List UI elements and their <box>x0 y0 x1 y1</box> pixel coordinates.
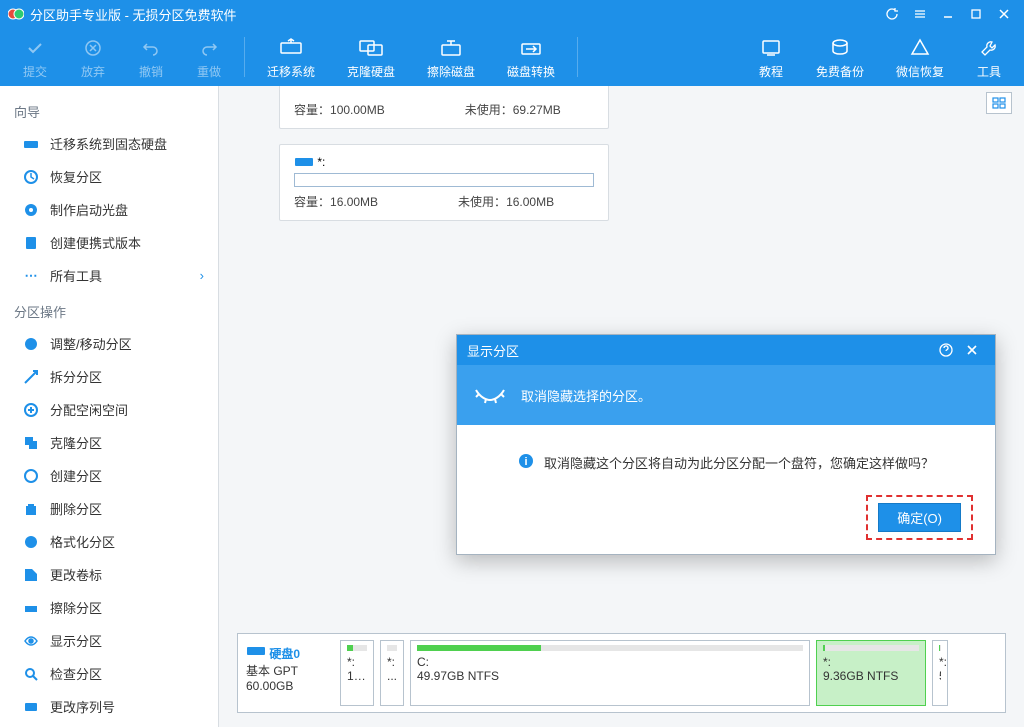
sidebar-item-create[interactable]: 创建分区 <box>0 459 218 492</box>
free-backup-button[interactable]: 免费备份 <box>800 28 880 86</box>
menu-icon[interactable] <box>908 2 932 26</box>
sidebar-item-label: 分配空闲空间 <box>50 400 128 419</box>
info-icon: i <box>518 453 534 472</box>
dialog-title: 显示分区 <box>467 341 519 360</box>
ok-highlight: 确定(O) <box>866 495 973 540</box>
sidebar-item-label: 调整/移动分区 <box>50 334 132 353</box>
sidebar-item-all-tools[interactable]: ⋯所有工具› <box>0 259 218 292</box>
wechat-recover-button[interactable]: 微信恢复 <box>880 28 960 86</box>
sidebar-item-label: 擦除分区 <box>50 598 102 617</box>
dialog-banner-text: 取消隐藏选择的分区。 <box>521 386 651 405</box>
sidebar-item-label[interactable]: 更改卷标 <box>0 558 218 591</box>
content-area: 容量：100.00MB未使用：69.27MB *: 容量：16.00MB未使用：… <box>219 86 1024 727</box>
disk-map: 硬盘0 基本 GPT 60.00GB *:10...*:...C:49.97GB… <box>237 633 1006 713</box>
svg-text:i: i <box>524 456 527 468</box>
eye-icon <box>473 382 507 409</box>
main-toolbar: 提交 放弃 撤销 重做 迁移系统 克隆硬盘 擦除磁盘 磁盘转换 教程 免费备份 … <box>0 28 1024 86</box>
undo-button: 撤销 <box>122 28 180 86</box>
tools-button[interactable]: 工具 <box>960 28 1018 86</box>
refresh-icon[interactable] <box>880 2 904 26</box>
minimize-icon[interactable] <box>936 2 960 26</box>
sidebar-item-label: 更改序列号 <box>50 697 115 716</box>
diskmap-partition[interactable]: C:49.97GB NTFS <box>410 640 810 706</box>
diskmap-partition[interactable]: *:10... <box>340 640 374 706</box>
sidebar-item-label: 迁移系统到固态硬盘 <box>50 134 167 153</box>
sidebar-item-format[interactable]: 格式化分区 <box>0 525 218 558</box>
ok-button[interactable]: 确定(O) <box>878 503 961 532</box>
sidebar-item-check[interactable]: 检查分区 <box>0 657 218 690</box>
sidebar-item-delete[interactable]: 删除分区 <box>0 492 218 525</box>
maximize-icon[interactable] <box>964 2 988 26</box>
show-partition-dialog: 显示分区 取消隐藏选择的分区。 i 取消隐藏这个分区将自动为此分区分配一个盘符，… <box>456 334 996 555</box>
sidebar-item-split[interactable]: 拆分分区 <box>0 360 218 393</box>
disk-size: 60.00GB <box>246 679 293 693</box>
sidebar-item-alloc-free[interactable]: 分配空闲空间 <box>0 393 218 426</box>
diskmap-partition[interactable]: *:9.36GB NTFS <box>816 640 926 706</box>
sidebar-item-resize[interactable]: 调整/移动分区 <box>0 327 218 360</box>
disk-info[interactable]: 硬盘0 基本 GPT 60.00GB <box>244 640 334 706</box>
sidebar-item-clone[interactable]: 克隆分区 <box>0 426 218 459</box>
disk-icon <box>246 647 266 661</box>
app-logo-icon <box>8 6 24 22</box>
dialog-body: i 取消隐藏这个分区将自动为此分区分配一个盘符，您确定这样做吗？ <box>457 425 995 490</box>
ops-heading: 分区操作 <box>0 292 218 327</box>
sidebar-item-label: 更改卷标 <box>50 565 102 584</box>
sidebar-item-portable[interactable]: 创建便携式版本 <box>0 226 218 259</box>
tutorial-button[interactable]: 教程 <box>742 28 800 86</box>
sidebar-item-wipe[interactable]: 擦除分区 <box>0 591 218 624</box>
commit-button: 提交 <box>6 28 64 86</box>
sidebar-item-label: 克隆分区 <box>50 433 102 452</box>
sidebar-item-align[interactable]: 分区对齐 <box>0 723 218 727</box>
title-bar: 分区助手专业版 - 无损分区免费软件 <box>0 0 1024 28</box>
disk-name: 硬盘0 <box>269 647 300 661</box>
sidebar-item-show[interactable]: 显示分区 <box>0 624 218 657</box>
sidebar-item-label: 所有工具 <box>50 266 102 285</box>
disk-type: 基本 GPT <box>246 664 298 678</box>
disk-icon <box>294 155 314 169</box>
view-toggle-button[interactable] <box>986 92 1012 114</box>
close-icon[interactable] <box>992 2 1016 26</box>
sidebar-item-bootcd[interactable]: 制作启动光盘 <box>0 193 218 226</box>
partition-tile[interactable]: *: 容量：16.00MB未使用：16.00MB <box>279 144 609 221</box>
dialog-close-icon[interactable] <box>959 337 985 363</box>
diskmap-partition[interactable]: *:... <box>380 640 404 706</box>
redo-button: 重做 <box>180 28 238 86</box>
clone-disk-button[interactable]: 克隆硬盘 <box>331 28 411 86</box>
sidebar-item-label: 制作启动光盘 <box>50 200 128 219</box>
sidebar-item-serial[interactable]: 更改序列号 <box>0 690 218 723</box>
wipe-disk-button[interactable]: 擦除磁盘 <box>411 28 491 86</box>
sidebar-item-label: 拆分分区 <box>50 367 102 386</box>
discard-button: 放弃 <box>64 28 122 86</box>
sidebar: 向导 迁移系统到固态硬盘 恢复分区 制作启动光盘 创建便携式版本 ⋯所有工具› … <box>0 86 219 727</box>
sidebar-item-label: 创建分区 <box>50 466 102 485</box>
chevron-right-icon: › <box>200 268 204 283</box>
help-icon[interactable] <box>933 337 959 363</box>
sidebar-item-label: 恢复分区 <box>50 167 102 186</box>
drive-letter: *: <box>317 155 325 169</box>
diskmap-partition[interactable]: *:5... <box>932 640 948 706</box>
wizard-heading: 向导 <box>0 92 218 127</box>
sidebar-item-recover[interactable]: 恢复分区 <box>0 160 218 193</box>
sidebar-item-label: 格式化分区 <box>50 532 115 551</box>
sidebar-item-label: 创建便携式版本 <box>50 233 141 252</box>
sidebar-item-label: 检查分区 <box>50 664 102 683</box>
dialog-message: 取消隐藏这个分区将自动为此分区分配一个盘符，您确定这样做吗？ <box>544 453 934 472</box>
migrate-os-button[interactable]: 迁移系统 <box>251 28 331 86</box>
sidebar-item-label: 删除分区 <box>50 499 102 518</box>
sidebar-item-label: 显示分区 <box>50 631 102 650</box>
dialog-titlebar: 显示分区 <box>457 335 995 365</box>
convert-disk-button[interactable]: 磁盘转换 <box>491 28 571 86</box>
app-title: 分区助手专业版 - 无损分区免费软件 <box>30 5 237 24</box>
sidebar-item-migrate-ssd[interactable]: 迁移系统到固态硬盘 <box>0 127 218 160</box>
dialog-banner: 取消隐藏选择的分区。 <box>457 365 995 425</box>
partition-tile[interactable]: 容量：100.00MB未使用：69.27MB <box>279 86 609 129</box>
